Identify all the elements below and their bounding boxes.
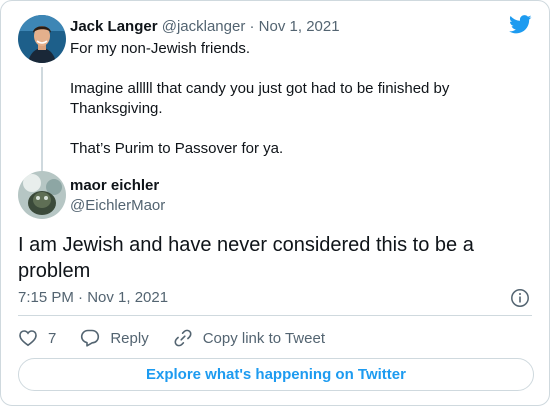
avatar[interactable]: [18, 15, 66, 63]
info-icon[interactable]: [510, 288, 530, 308]
thread-line: [41, 67, 43, 175]
reply-button[interactable]: Reply: [80, 328, 149, 348]
parent-tweet-text: For my non-Jewish friends. Imagine allll…: [70, 39, 490, 179]
divider: [18, 315, 532, 316]
meta-separator: ·: [245, 18, 259, 35]
reply-label: Reply: [110, 329, 149, 347]
author-handle[interactable]: @jacklanger: [162, 18, 246, 35]
twitter-bird-icon[interactable]: [509, 15, 532, 34]
author-name[interactable]: Jack Langer: [70, 18, 158, 35]
tweet-paragraph: For my non-Jewish friends.: [70, 40, 251, 57]
author-name[interactable]: maor eichler: [70, 177, 159, 195]
tweet-timestamp[interactable]: 7:15 PM · Nov 1, 2021: [18, 289, 168, 307]
like-count: 7: [48, 329, 57, 347]
avatar[interactable]: [18, 171, 66, 219]
explore-button[interactable]: Explore what's happening on Twitter: [18, 358, 534, 391]
link-icon: [174, 329, 192, 347]
author-handle[interactable]: @EichlerMaor: [70, 197, 165, 215]
tweet-embed-card: Jack Langer @jacklanger · Nov 1, 2021 Fo…: [0, 0, 550, 406]
like-button[interactable]: 7: [18, 328, 56, 348]
tweet-text: I am Jewish and have never considered th…: [18, 234, 474, 282]
tweet-paragraph: Imagine alllll that candy you just got h…: [70, 80, 450, 117]
parent-tweet-header: Jack Langer @jacklanger · Nov 1, 2021: [70, 18, 340, 36]
tweet-paragraph: That’s Purim to Passover for ya.: [70, 140, 284, 157]
copy-link-button[interactable]: Copy link to Tweet: [173, 328, 325, 348]
copy-link-label: Copy link to Tweet: [202, 329, 325, 347]
tweet-date[interactable]: Nov 1, 2021: [259, 18, 340, 35]
tweet-actions: 7 Reply Copy link to Tweet: [18, 327, 349, 349]
heart-icon: [19, 330, 37, 347]
reply-icon: [81, 329, 100, 347]
